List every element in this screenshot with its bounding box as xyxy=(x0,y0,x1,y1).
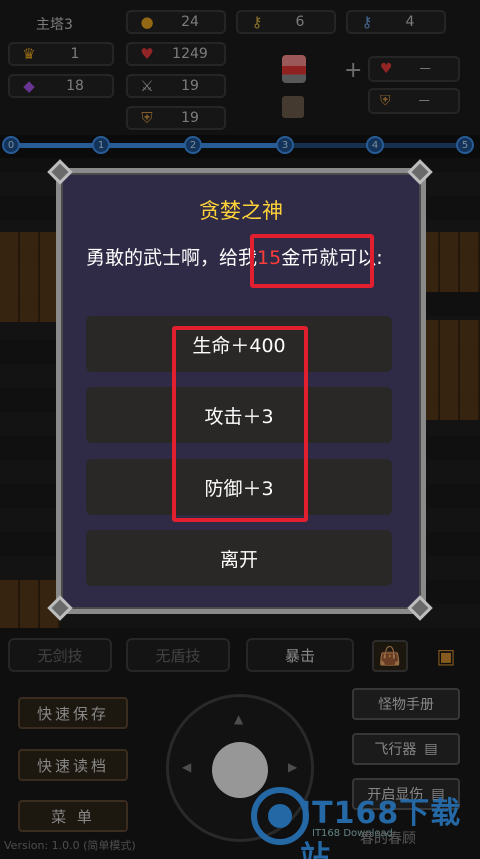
options-highlight xyxy=(172,326,308,522)
price-highlight xyxy=(250,234,374,288)
leave-option[interactable]: 离开 xyxy=(86,530,392,586)
dialog-title: 贪婪之神 xyxy=(199,199,283,223)
